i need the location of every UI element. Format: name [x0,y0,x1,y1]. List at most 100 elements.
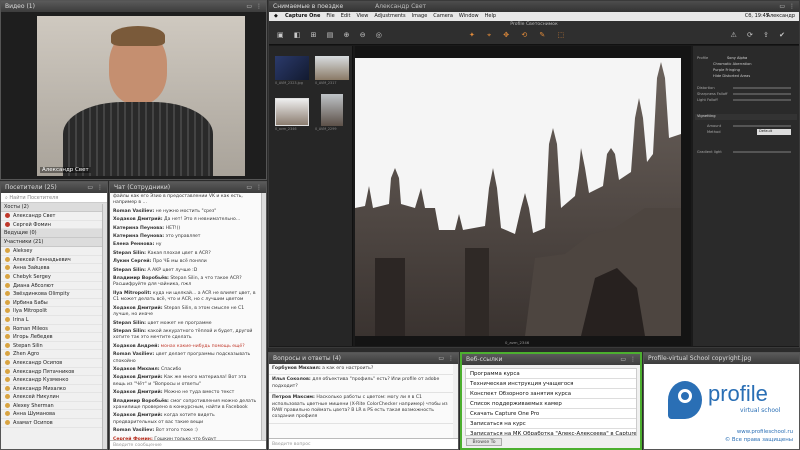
c1-tool-panel: Profile Sony Alpha Chromatic Aberration … [693,46,799,346]
attendee-row[interactable]: Алексей Никулин [1,393,107,402]
purple-fringing-option[interactable]: Purple Fringing [713,68,740,72]
qa-author: Петров Максим: [272,395,315,401]
qa-author: Горбунов Михаил: [272,366,321,371]
attendee-row[interactable]: Александр Свет [1,212,107,221]
vignetting-amount-slider[interactable] [733,125,791,127]
menu-item[interactable]: Adjustments [374,13,405,19]
panel-controls[interactable]: ▭ ⋮ [87,182,104,193]
vignetting-section[interactable]: Vignetting [695,114,797,120]
attendee-row[interactable]: Stepan Silin [1,342,107,351]
panel-controls[interactable]: ▭ ⋮ [246,182,263,193]
attendee-row[interactable]: Сергей Фомин [1,221,107,230]
attendee-row[interactable]: Александр Пятачников [1,368,107,377]
weblink-item[interactable]: Скачать Capture One Pro [466,409,636,419]
attendee-group-header[interactable]: Участники (21) [1,238,107,248]
weblink-item[interactable]: Конспект Обзорного занятия курса [466,389,636,399]
attendee-row[interactable]: Ilya Mitropolit [1,307,107,316]
qa-author: Илья Соколов: [272,377,311,383]
panel-controls[interactable]: ▭ ⋮ [779,1,796,12]
chat-text: файлы как его Эзио в предоставлении VK и… [113,194,243,206]
menu-item[interactable]: Help [485,13,496,19]
menu-item[interactable]: File [326,13,334,19]
menu-item[interactable]: Image [412,13,428,19]
chat-message: Ходаков Андрей: монах какие-нибудь помощ… [110,343,261,351]
attendee-row[interactable]: Александр Осипов [1,359,107,368]
chat-text: Да нет! Это я невнимательно... [164,217,241,223]
qa-entry[interactable]: Горбунов Михаил: а как его настроить? [269,364,453,376]
attendee-scrollbar[interactable] [102,204,107,449]
menu-item[interactable]: Edit [341,13,351,19]
sharpness-slider[interactable] [733,93,791,95]
thumb-1[interactable] [275,56,309,80]
attendee-group-header[interactable]: Ведущие (0) [1,229,107,239]
chat-author: Ilya Mitropolit: [113,290,152,296]
qa-input[interactable]: Введите вопрос [269,438,458,449]
toolbar-icons[interactable]: ▣ ◧ ⊞ ▤ ⊕ ⊖ ◎ [277,31,386,39]
weblink-item[interactable]: Записаться на курс [466,419,636,429]
attendee-name: Chebyk Sergey [13,273,51,280]
attendee-row[interactable]: Zhen Agro [1,350,107,359]
hide-distorted-option[interactable]: Hide Distorted Areas [713,74,750,78]
menu-item[interactable]: Capture One [285,13,320,19]
browse-to-button[interactable]: Browse To [466,438,502,446]
attendee-row[interactable]: Александр Кузменко [1,376,107,385]
chat-message: Ходаков Дмитрий: когда хотите видеть пре… [110,412,261,427]
panel-controls[interactable]: ▭ ⋮ [438,353,455,364]
chat-text: монах какие-нибудь помощь ещё? [160,343,245,349]
menu-item[interactable]: Camera [433,13,453,19]
attendee-row[interactable]: Звёздинкова Olimpity [1,290,107,299]
toolbar-tools[interactable]: ✦ ⌖ ✥ ⟲ ✎ ⬚ [469,31,569,40]
weblink-item[interactable]: Техническая инструкция учащегося [466,379,636,389]
chat-author: Stepan Silin: [113,267,147,273]
weblink-item[interactable]: Записаться на МК Обработка "Алекс-Алексе… [466,429,636,435]
attendee-row[interactable]: Азамат Осипов [1,419,107,428]
attendee-row[interactable]: Диана Абсолют [1,282,107,291]
weblink-item[interactable]: Список поддерживаемых камер [466,399,636,409]
weblink-item[interactable]: Программа курса [466,369,636,379]
distortion-slider[interactable] [733,87,791,89]
thumb-4[interactable] [321,94,343,126]
light-falloff-slider[interactable] [733,99,791,101]
toolbar-right[interactable]: ⚠ ⟳ ⇪ ✔ [730,31,789,39]
attendee-row[interactable]: Roman Mileos [1,325,107,334]
attendee-row[interactable]: Игорь Лебедев [1,333,107,342]
attendee-row[interactable]: Алексей Геннадьевич [1,256,107,265]
attendee-name: Александр Михалко [13,385,66,392]
chromatic-aberration-option[interactable]: Chromatic Aberration [713,62,752,66]
panel-controls[interactable]: ▭ ⋮ [620,354,637,365]
attendee-row[interactable]: Анна Шуманова [1,410,107,420]
thumb-3[interactable] [275,98,309,126]
gradient-light-label: Gradient light [697,150,722,154]
menu-item[interactable]: View [356,13,368,19]
brand-subtitle: virtual school [740,407,781,414]
menu-item[interactable]: Window [459,13,479,19]
panel-controls[interactable]: ▭ ⋮ [246,1,263,12]
gradient-light-slider[interactable] [733,151,791,153]
attendees-search[interactable]: ⌕ Найти Посетителя [1,193,107,203]
thumb-2[interactable] [315,56,349,80]
user-icon [5,334,10,340]
attendee-row[interactable]: Ирбина Бабы [1,299,107,308]
qa-entry[interactable]: Петров Максим: Насколько работы с цветом… [269,393,453,424]
attendee-row[interactable]: Александр Михалко [1,385,107,394]
weblinks-panel-title: Веб-ссылки ▭ ⋮ [462,354,640,365]
chat-text: Вот этого тоже :) [155,428,198,434]
chat-scrollbar[interactable] [261,193,266,440]
vignetting-method-select[interactable]: Default [757,129,791,135]
chat-text: это управляет [165,234,201,240]
lens-profile-select[interactable]: Sony Alpha [727,56,747,60]
chat-text: Какая плохая цвет в ACR? [147,250,211,256]
attendee-row[interactable]: Анна Зайцева [1,264,107,273]
attendee-row[interactable]: Alexey Sherman [1,402,107,411]
attendee-group-header[interactable]: Хосты (2) [1,203,107,212]
attendee-name: Stepan Silin [13,342,43,349]
logo-panel-title: Profile-virtual School copyright.jpg [644,353,799,364]
attendee-name: Анна Шуманова [13,411,56,418]
attendee-row[interactable]: Aleksey [1,247,107,256]
c1-viewer[interactable]: 0_avm_2346 [355,46,691,346]
attendee-row[interactable]: Chebyk Sergey [1,273,107,282]
user-icon [5,273,10,279]
qa-entry[interactable]: Илья Соколов: для объектива "профиль" ес… [269,375,453,394]
attendee-row[interactable]: Irina L [1,316,107,325]
chat-input[interactable]: Введите сообщение [110,440,266,449]
